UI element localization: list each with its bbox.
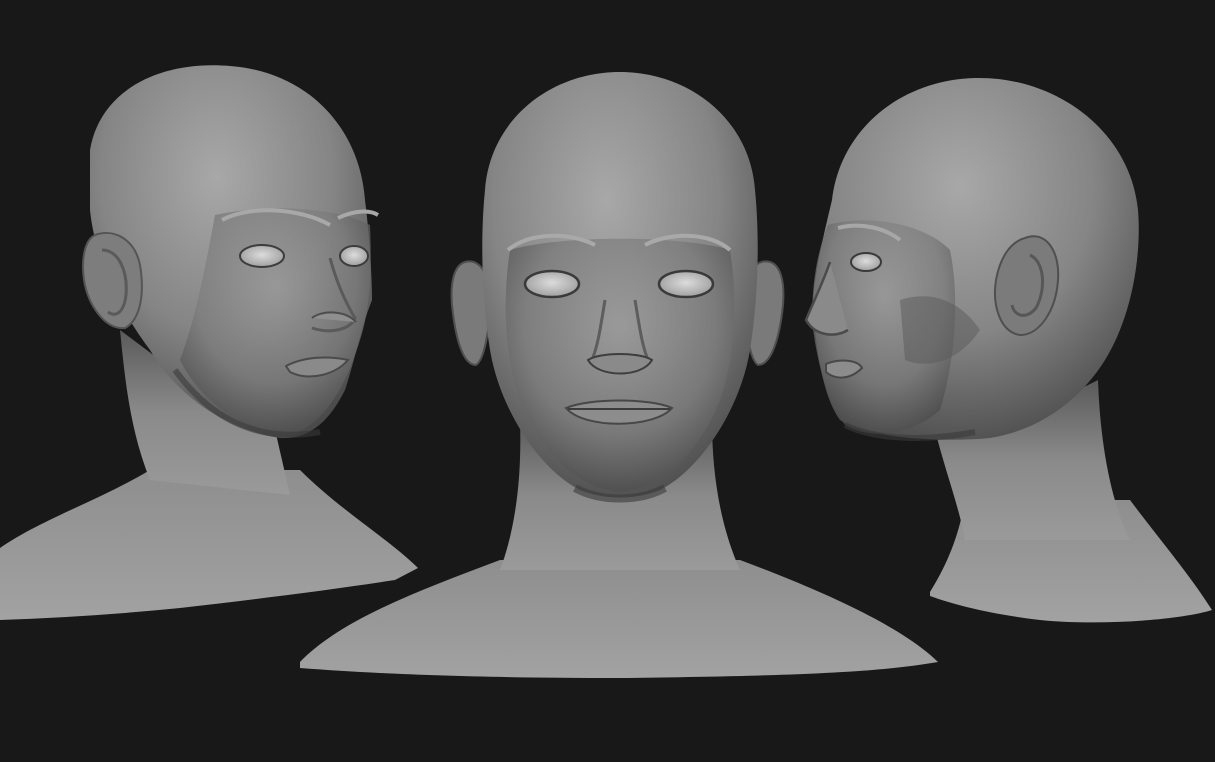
eye-left <box>523 269 581 299</box>
eye-right <box>657 269 715 299</box>
eye-right <box>339 245 369 267</box>
sculpt-render-canvas <box>0 0 1215 762</box>
eye <box>850 252 882 272</box>
eye-left <box>239 244 285 268</box>
